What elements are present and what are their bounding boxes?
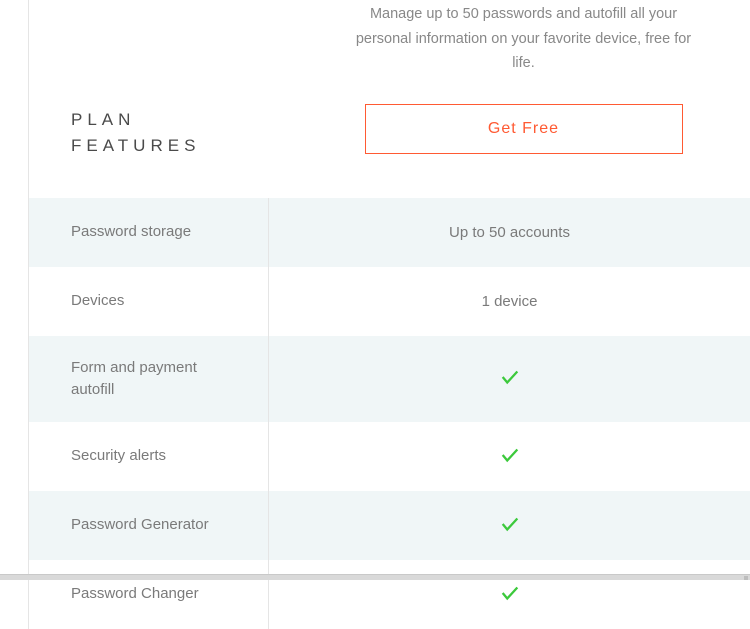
- feature-value: [269, 582, 750, 608]
- table-row: Password Generator: [29, 491, 750, 560]
- table-row: Security alerts: [29, 422, 750, 491]
- check-icon: [499, 444, 521, 470]
- plan-features-title-cell: PLAN FEATURES: [29, 0, 269, 198]
- feature-label: Form and payment autofill: [29, 336, 269, 422]
- table-row: Password storage Up to 50 accounts: [29, 198, 750, 267]
- scrollbar-corner: [744, 576, 748, 580]
- feature-label: Devices: [29, 267, 269, 336]
- feature-label: Password Generator: [29, 491, 269, 560]
- table-row: Form and payment autofill: [29, 336, 750, 422]
- horizontal-scrollbar[interactable]: [0, 574, 750, 580]
- check-icon: [499, 513, 521, 539]
- check-icon: [499, 366, 521, 392]
- feature-table: Password storage Up to 50 accounts Devic…: [28, 198, 750, 629]
- feature-value: Up to 50 accounts: [269, 224, 750, 241]
- table-row: Password Changer: [29, 560, 750, 629]
- get-free-button[interactable]: Get Free: [365, 104, 683, 154]
- feature-value: [269, 513, 750, 539]
- feature-value: 1 device: [269, 293, 750, 310]
- feature-label: Password Changer: [29, 560, 269, 629]
- feature-value: [269, 444, 750, 470]
- plan-description: Manage up to 50 passwords and autofill a…: [354, 2, 694, 76]
- feature-value: [269, 366, 750, 392]
- feature-label: Security alerts: [29, 422, 269, 491]
- check-icon: [499, 582, 521, 608]
- table-row: Devices 1 device: [29, 267, 750, 336]
- feature-label: Password storage: [29, 198, 269, 267]
- plan-header: PLAN FEATURES Manage up to 50 passwords …: [28, 0, 750, 198]
- plan-summary-cell: Manage up to 50 passwords and autofill a…: [269, 0, 750, 198]
- plan-features-title: PLAN FEATURES: [71, 107, 200, 158]
